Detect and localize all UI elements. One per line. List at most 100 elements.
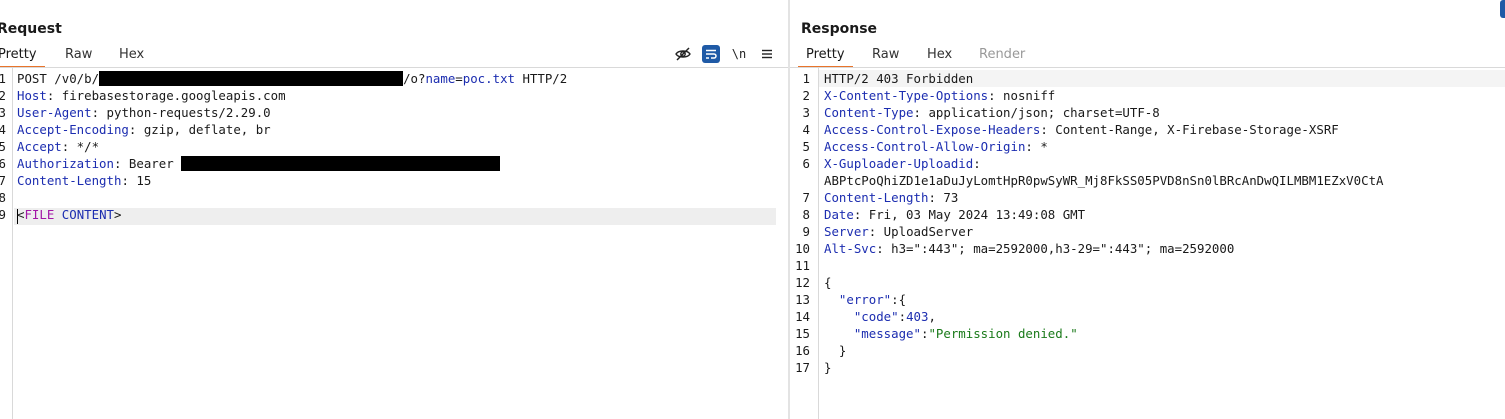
code-line: 7 Content-Length: 15: [0, 172, 788, 189]
token: Date: [824, 207, 854, 222]
token: "code": [853, 309, 899, 324]
token: /o?: [403, 71, 426, 86]
line-number: 8: [802, 207, 810, 222]
code-line: 7 Content-Length: 73: [790, 189, 1505, 206]
response-tab-hex[interactable]: Hex: [927, 47, 952, 67]
code-line: 3 Content-Type: application/json; charset…: [790, 104, 1505, 121]
token: }: [824, 360, 832, 375]
line-text: HTTP/2 403 Forbidden: [824, 70, 973, 87]
token: X-Guploader-Uploadid: [824, 156, 974, 171]
token: Content-Length: [17, 173, 122, 188]
code-line: 5 Access-Control-Allow-Origin: *: [790, 138, 1505, 155]
code-line: 1 POST /v0/b/ /o?name=poc.txt HTTP/2: [0, 70, 788, 87]
token: : application/json; charset=UTF-8: [913, 105, 1160, 120]
token: : *: [1025, 139, 1048, 154]
token: Accept-Encoding: [17, 122, 129, 137]
code-line: ABPtcPoQhiZD1e1aDuJyLomtHpR0pwSyWR_Mj8Fk…: [790, 172, 1505, 189]
token: {: [824, 275, 832, 290]
token: POST /v0/b/: [17, 71, 100, 86]
token: User-Agent: [17, 105, 92, 120]
redacted-block: [181, 156, 501, 171]
code-line: 12 {: [790, 274, 1505, 291]
wrap-lines-icon[interactable]: [702, 45, 720, 63]
token: : gzip, deflate, br: [128, 122, 271, 137]
line-text: Host: firebasestorage.googleapis.com: [17, 87, 286, 104]
tabs-divider: [790, 67, 1505, 68]
request-tab-hex[interactable]: Hex: [119, 47, 144, 67]
token: : 73: [928, 190, 959, 205]
line-text: }: [824, 359, 831, 376]
token: : 15: [121, 173, 152, 188]
line-number: 2: [802, 88, 810, 103]
code-line: 10 Alt-Svc: h3=":443"; ma=2592000,h3-29="…: [790, 240, 1505, 257]
token: : UploadServer: [868, 224, 974, 239]
line-number: 7: [0, 173, 6, 188]
line-number: 2: [0, 88, 6, 103]
line-number: 15: [795, 326, 810, 341]
side-panel-toggle-button[interactable]: [1500, 0, 1505, 18]
response-title: Response: [801, 21, 878, 37]
code-line: 5 Accept: */*: [0, 138, 788, 155]
token: >: [114, 207, 122, 222]
token: :: [973, 156, 981, 171]
line-text: Server: UploadServer: [824, 223, 973, 240]
response-tab-render[interactable]: Render: [979, 47, 1025, 67]
request-panel: Request Pretty Raw Hex \n 1 POST /v0/b/ /o…: [0, 0, 788, 419]
line-text: "message":"Permission denied.": [824, 325, 1078, 342]
token: Host: [17, 88, 47, 103]
tabs-divider: [0, 67, 788, 68]
line-number: 6: [802, 156, 810, 171]
line-text: }: [824, 342, 846, 359]
token: }: [824, 343, 847, 358]
request-editor[interactable]: 1 POST /v0/b/ /o?name=poc.txt HTTP/2 2 Host:…: [0, 70, 788, 223]
line-number: 3: [802, 105, 810, 120]
code-line: 16 }: [790, 342, 1505, 359]
line-text: {: [824, 274, 831, 291]
hamburger-menu-icon[interactable]: [758, 45, 776, 63]
line-number: 14: [795, 309, 810, 324]
line-number: 13: [795, 292, 810, 307]
line-number: 1: [802, 71, 810, 86]
token: 403: [906, 309, 929, 324]
line-text: Content-Length: 15: [17, 172, 151, 189]
request-tab-raw[interactable]: Raw: [65, 47, 92, 67]
code-line: 13 "error":{: [790, 291, 1505, 308]
redacted-block: [99, 71, 404, 86]
token: "Permission denied.": [928, 326, 1078, 341]
line-number: 12: [795, 275, 810, 290]
newline-toggle-button[interactable]: \n: [730, 45, 748, 63]
line-text: Content-Type: application/json; charset=…: [824, 104, 1160, 121]
line-number: 10: [795, 241, 810, 256]
response-panel: Response Pretty Raw Hex Render 1 HTTP/2 4…: [790, 0, 1505, 419]
line-number: 9: [0, 207, 6, 222]
code-line: 15 "message":"Permission denied.": [790, 325, 1505, 342]
line-number: 11: [795, 258, 810, 273]
response-tab-raw[interactable]: Raw: [872, 47, 899, 67]
response-editor[interactable]: 1 HTTP/2 403 Forbidden 2 X-Content-Type-Opt…: [790, 70, 1505, 376]
code-line: 14 "code":403,: [790, 308, 1505, 325]
token: "message": [853, 326, 921, 341]
line-number: 1: [0, 71, 6, 86]
eye-slash-icon[interactable]: [674, 45, 692, 63]
token: : nosniff: [988, 88, 1056, 103]
line-text: Accept-Encoding: gzip, deflate, br: [17, 121, 271, 138]
line-number: 7: [802, 190, 810, 205]
code-line: 2 X-Content-Type-Options: nosniff: [790, 87, 1505, 104]
token: name: [425, 71, 456, 86]
token: : */*: [61, 139, 100, 154]
line-text: Date: Fri, 03 May 2024 13:49:08 GMT: [824, 206, 1085, 223]
line-number: 9: [802, 224, 810, 239]
token: :: [898, 309, 907, 324]
code-line: 2 Host: firebasestorage.googleapis.com: [0, 87, 788, 104]
line-text: "code":403,: [824, 308, 936, 325]
line-number: 8: [0, 190, 6, 205]
request-tab-pretty[interactable]: Pretty: [0, 47, 45, 68]
line-number: 16: [795, 343, 810, 358]
code-line: 9 Server: UploadServer: [790, 223, 1505, 240]
code-line: 9 <FILE CONTENT>: [0, 206, 788, 223]
token: HTTP/2 403 Forbidden: [824, 71, 974, 86]
response-tab-pretty[interactable]: Pretty: [798, 47, 853, 68]
line-text: "error":{: [824, 291, 906, 308]
